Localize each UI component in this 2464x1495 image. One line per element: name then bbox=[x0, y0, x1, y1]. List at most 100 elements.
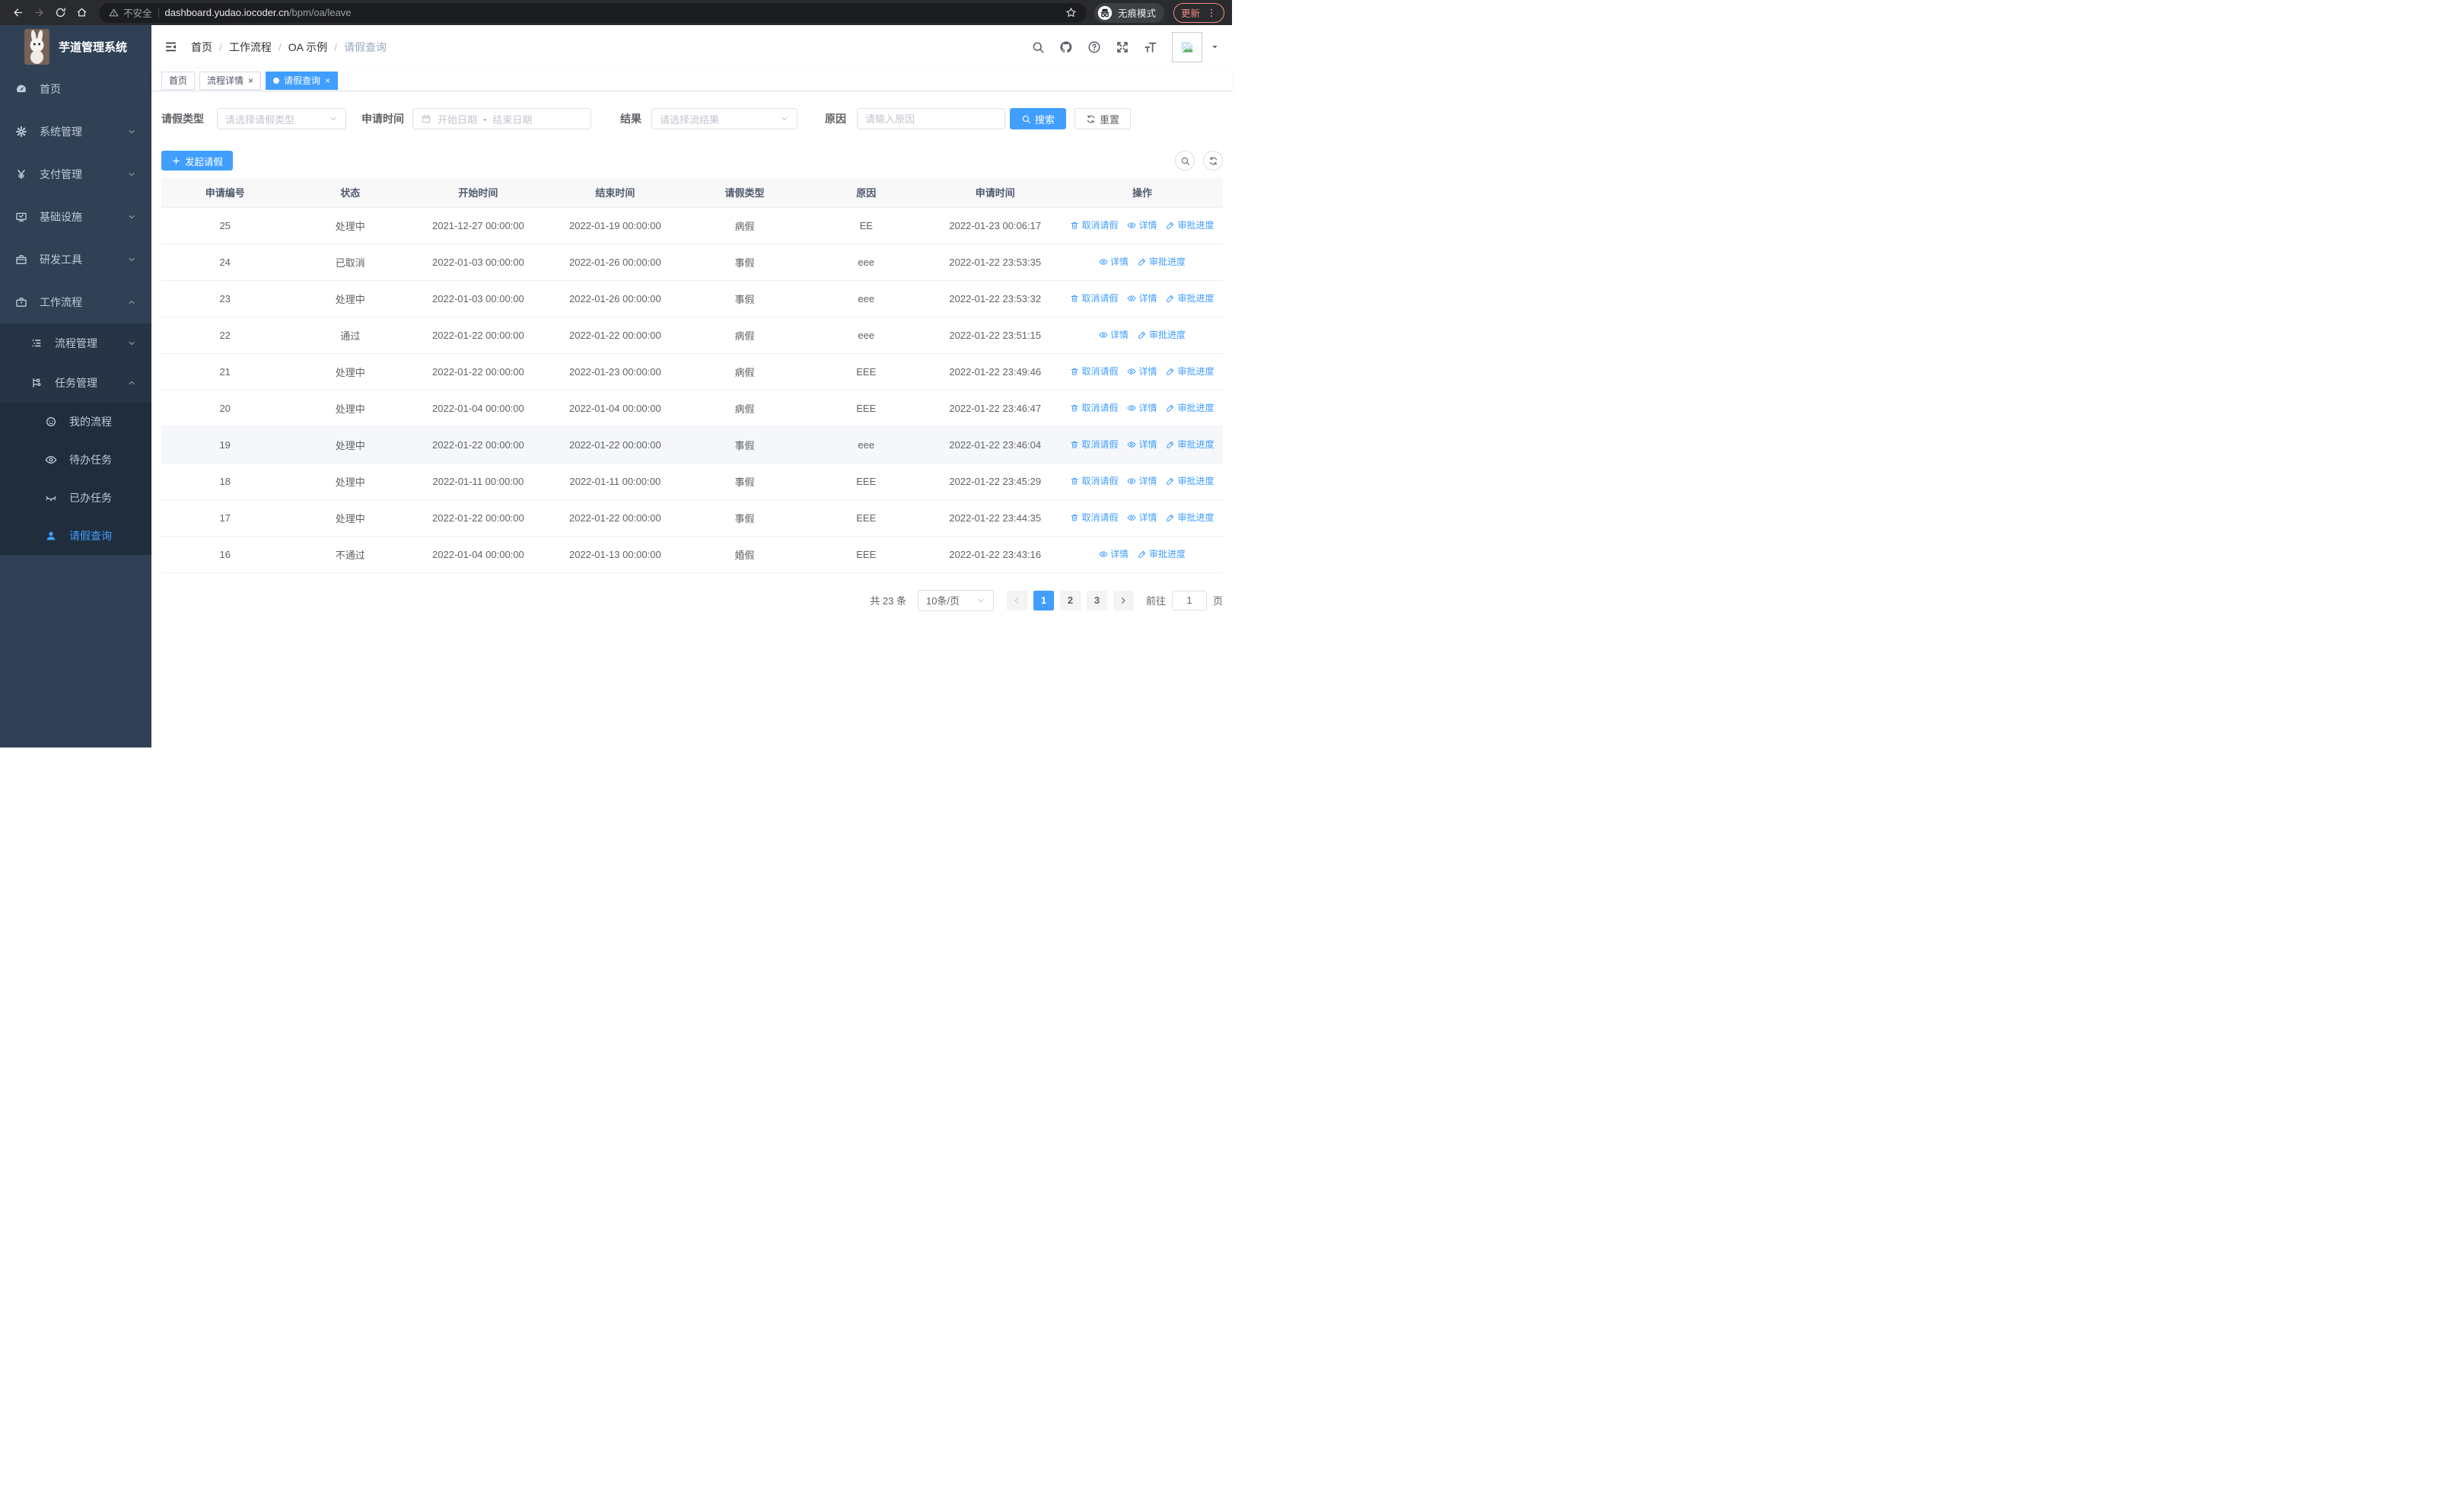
next-page-button[interactable] bbox=[1113, 590, 1134, 610]
close-icon[interactable]: × bbox=[325, 76, 330, 85]
cell-leave-type: 病假 bbox=[686, 390, 804, 427]
detail-action-link[interactable]: 详情 bbox=[1099, 328, 1129, 341]
cell-reason: eee bbox=[803, 317, 929, 354]
progress-action-link[interactable]: 审批进度 bbox=[1166, 511, 1214, 524]
sidebar-item-my-process[interactable]: 我的流程 bbox=[0, 403, 151, 441]
sidebar-item-system[interactable]: 系统管理 bbox=[0, 110, 151, 153]
tab-leave-query[interactable]: 请假查询 × bbox=[266, 71, 339, 90]
sidebar-item-label: 任务管理 bbox=[55, 377, 97, 389]
progress-action-link[interactable]: 审批进度 bbox=[1138, 255, 1186, 268]
cell-start-time: 2022-01-04 00:00:00 bbox=[412, 536, 545, 573]
detail-action-link[interactable]: 详情 bbox=[1099, 547, 1129, 560]
browser-update-button[interactable]: 更新 bbox=[1173, 2, 1224, 23]
cancel-action-link[interactable]: 取消请假 bbox=[1070, 292, 1118, 304]
page-button-3[interactable]: 3 bbox=[1086, 590, 1107, 610]
create-leave-button[interactable]: 发起请假 bbox=[161, 151, 234, 171]
progress-action-link[interactable]: 审批进度 bbox=[1138, 328, 1186, 341]
cell-status: 不通过 bbox=[288, 536, 412, 573]
face-icon bbox=[45, 416, 57, 428]
reset-button[interactable]: 重置 bbox=[1074, 108, 1132, 129]
sidebar-item-leave-query[interactable]: 请假查询 bbox=[0, 517, 151, 555]
kebab-menu-icon[interactable] bbox=[1206, 8, 1217, 18]
detail-action-link[interactable]: 详情 bbox=[1127, 401, 1157, 414]
tab-process-detail[interactable]: 流程详情 × bbox=[199, 71, 262, 90]
sidebar-item-task-mgmt[interactable]: 任务管理 bbox=[0, 363, 151, 403]
page-button-2[interactable]: 2 bbox=[1059, 590, 1081, 610]
sidebar-item-infra[interactable]: 基础设施 bbox=[0, 196, 151, 238]
sidebar-item-workflow[interactable]: 工作流程 bbox=[0, 281, 151, 324]
progress-action-link[interactable]: 审批进度 bbox=[1166, 401, 1214, 414]
cell-status: 处理中 bbox=[288, 463, 412, 500]
cancel-action-link[interactable]: 取消请假 bbox=[1070, 511, 1118, 524]
security-status[interactable]: 不安全 bbox=[109, 5, 152, 20]
sidebar-item-todo-tasks[interactable]: 待办任务 bbox=[0, 441, 151, 479]
leave-type-select[interactable]: 请选择请假类型 bbox=[217, 108, 346, 129]
bookmark-star-icon[interactable] bbox=[1065, 7, 1077, 18]
cell-start-time: 2022-01-22 00:00:00 bbox=[412, 499, 545, 537]
breadcrumb-oa-example[interactable]: OA 示例 bbox=[288, 40, 327, 55]
sidebar-item-dev-tools[interactable]: 研发工具 bbox=[0, 238, 151, 281]
progress-action-link[interactable]: 审批进度 bbox=[1166, 365, 1214, 378]
browser-reload-button[interactable] bbox=[50, 3, 70, 23]
cancel-action-link[interactable]: 取消请假 bbox=[1070, 365, 1118, 378]
arrow-right-icon bbox=[33, 7, 45, 18]
progress-action-link[interactable]: 审批进度 bbox=[1138, 547, 1186, 560]
cancel-action-link[interactable]: 取消请假 bbox=[1070, 401, 1118, 414]
progress-action-link[interactable]: 审批进度 bbox=[1166, 438, 1214, 451]
cell-end-time: 2022-01-22 00:00:00 bbox=[544, 317, 686, 354]
detail-action-link[interactable]: 详情 bbox=[1127, 511, 1157, 524]
detail-action-link[interactable]: 详情 bbox=[1127, 292, 1157, 304]
cancel-action-link[interactable]: 取消请假 bbox=[1070, 218, 1118, 231]
show-search-button[interactable] bbox=[1175, 151, 1195, 171]
breadcrumb-home[interactable]: 首页 bbox=[191, 40, 212, 55]
progress-action-link[interactable]: 审批进度 bbox=[1166, 474, 1214, 487]
cell-actions: 取消请假 详情 审批进度 bbox=[1061, 353, 1223, 390]
github-icon[interactable] bbox=[1059, 40, 1073, 54]
browser-home-button[interactable] bbox=[72, 3, 91, 23]
page-button-1[interactable]: 1 bbox=[1033, 590, 1054, 610]
browser-forward-button[interactable] bbox=[29, 3, 49, 23]
pagination: 共 23 条 10条/页 123 前往 页 bbox=[161, 589, 1223, 611]
detail-action-link[interactable]: 详情 bbox=[1127, 218, 1157, 231]
search-icon[interactable] bbox=[1031, 40, 1045, 54]
detail-action-link[interactable]: 详情 bbox=[1127, 474, 1157, 487]
refresh-table-button[interactable] bbox=[1203, 151, 1223, 171]
search-button[interactable]: 搜索 bbox=[1010, 108, 1067, 129]
address-bar[interactable]: 不安全 dashboard.yudao.iocoder.cn/bpm/oa/le… bbox=[99, 2, 1087, 23]
cancel-action-link[interactable]: 取消请假 bbox=[1070, 438, 1118, 451]
avatar-caret-down-icon[interactable] bbox=[1211, 43, 1219, 51]
cell-reason: eee bbox=[803, 280, 929, 317]
fullscreen-icon[interactable] bbox=[1116, 40, 1129, 54]
browser-back-button[interactable] bbox=[8, 3, 27, 23]
prev-page-button[interactable] bbox=[1006, 590, 1027, 610]
help-icon[interactable] bbox=[1087, 40, 1101, 54]
detail-action-link[interactable]: 详情 bbox=[1127, 365, 1157, 378]
app-logo[interactable]: 芋道管理系统 bbox=[0, 25, 151, 68]
progress-action-link[interactable]: 审批进度 bbox=[1166, 218, 1214, 231]
detail-action-link[interactable]: 详情 bbox=[1099, 255, 1129, 268]
sidebar-item-label: 基础设施 bbox=[40, 211, 82, 223]
close-icon[interactable]: × bbox=[248, 76, 253, 85]
font-size-icon[interactable] bbox=[1144, 40, 1157, 54]
sidebar-item-done-tasks[interactable]: 已办任务 bbox=[0, 479, 151, 517]
cancel-action-link[interactable]: 取消请假 bbox=[1070, 474, 1118, 487]
sidebar-item-process-mgmt[interactable]: 流程管理 bbox=[0, 324, 151, 363]
reason-input[interactable] bbox=[857, 108, 1005, 129]
avatar[interactable] bbox=[1172, 31, 1202, 62]
detail-action-link[interactable]: 详情 bbox=[1127, 438, 1157, 451]
sidebar-collapse-icon[interactable] bbox=[164, 40, 177, 53]
apply-time-range-picker[interactable]: 开始日期 - 结束日期 bbox=[412, 108, 591, 129]
eye-icon bbox=[1127, 403, 1136, 413]
tab-home[interactable]: 首页 bbox=[161, 71, 196, 90]
cell-start-time: 2021-12-27 00:00:00 bbox=[412, 207, 545, 244]
breadcrumb-workflow[interactable]: 工作流程 bbox=[229, 40, 272, 55]
progress-action-link[interactable]: 审批进度 bbox=[1166, 292, 1214, 304]
result-select[interactable]: 请选择流结果 bbox=[651, 108, 797, 129]
gear-icon bbox=[15, 126, 27, 138]
dashboard-icon bbox=[15, 83, 27, 95]
sidebar-item-payment[interactable]: 支付管理 bbox=[0, 153, 151, 196]
sidebar-item-home[interactable]: 首页 bbox=[0, 68, 151, 110]
cell-status: 处理中 bbox=[288, 426, 412, 464]
goto-page-input[interactable] bbox=[1171, 590, 1207, 610]
page-size-select[interactable]: 10条/页 bbox=[917, 589, 994, 611]
